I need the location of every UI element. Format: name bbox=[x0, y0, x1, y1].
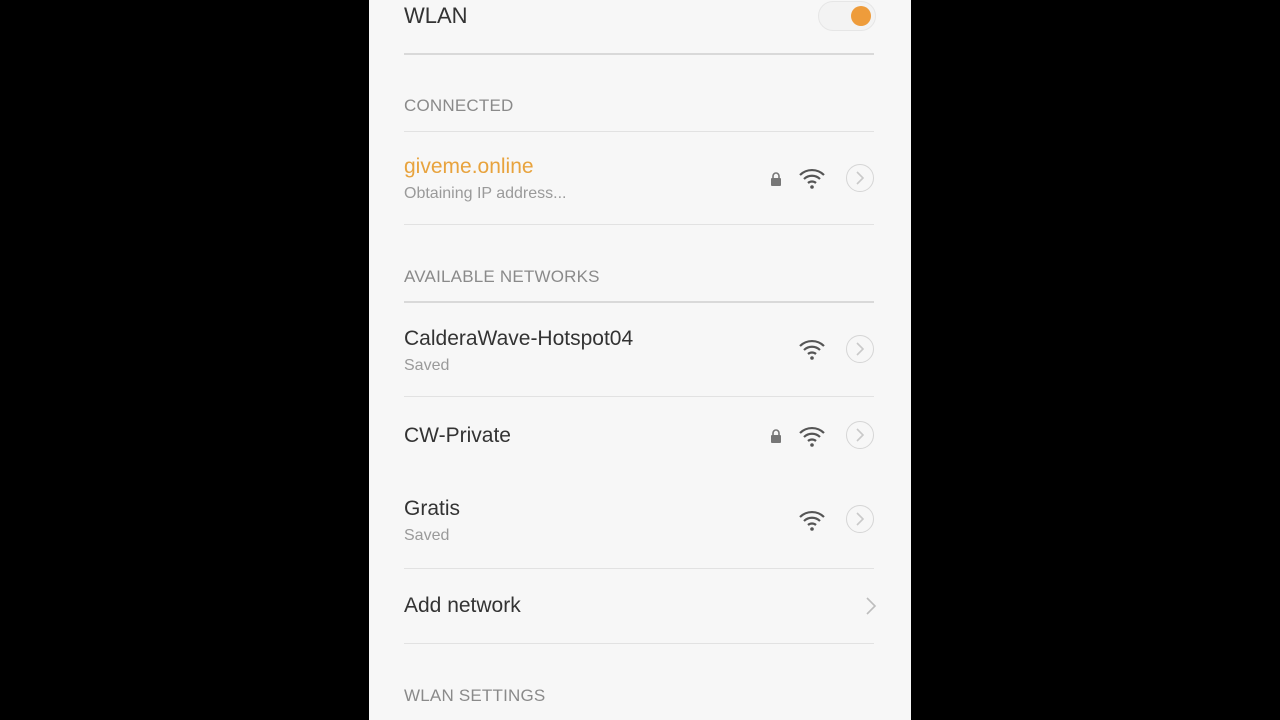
network-name: Gratis bbox=[404, 497, 461, 520]
divider bbox=[404, 224, 874, 225]
add-network-row[interactable]: Add network bbox=[369, 569, 911, 643]
lock-icon bbox=[771, 429, 781, 443]
wlan-settings-screen: WLAN CONNECTED giveme.online Obtaining I… bbox=[369, 0, 911, 720]
section-header-wlan-settings: WLAN SETTINGS bbox=[404, 686, 546, 705]
network-name: CalderaWave-Hotspot04 bbox=[404, 327, 634, 350]
wifi-icon bbox=[799, 510, 825, 531]
network-details-button[interactable] bbox=[846, 421, 874, 449]
chevron-right-icon bbox=[856, 342, 865, 356]
chevron-right-icon bbox=[856, 171, 865, 185]
wlan-toggle[interactable] bbox=[818, 1, 876, 31]
wifi-icon bbox=[799, 339, 825, 360]
network-status: Saved bbox=[404, 357, 450, 374]
connected-network-row[interactable]: giveme.online Obtaining IP address... bbox=[369, 132, 911, 224]
add-network-label: Add network bbox=[404, 594, 521, 617]
network-name: CW-Private bbox=[404, 424, 511, 447]
divider bbox=[404, 643, 874, 644]
divider bbox=[404, 53, 874, 55]
network-row-calderawave[interactable]: CalderaWave-Hotspot04 Saved bbox=[369, 303, 911, 395]
network-status: Saved bbox=[404, 527, 450, 544]
network-details-button[interactable] bbox=[846, 335, 874, 363]
network-name: giveme.online bbox=[404, 155, 534, 178]
toggle-knob bbox=[851, 6, 871, 26]
chevron-right-icon bbox=[856, 512, 865, 526]
section-header-connected: CONNECTED bbox=[404, 96, 514, 115]
wlan-label: WLAN bbox=[404, 3, 468, 28]
network-status: Obtaining IP address... bbox=[404, 185, 567, 202]
wifi-icon bbox=[799, 168, 825, 189]
network-row-gratis[interactable]: Gratis Saved bbox=[369, 477, 911, 567]
chevron-right-icon bbox=[866, 597, 877, 615]
chevron-right-icon bbox=[856, 428, 865, 442]
network-details-button[interactable] bbox=[846, 164, 874, 192]
section-header-available: AVAILABLE NETWORKS bbox=[404, 267, 600, 286]
wifi-icon bbox=[799, 426, 825, 447]
network-details-button[interactable] bbox=[846, 505, 874, 533]
network-row-cw-private[interactable]: CW-Private bbox=[369, 397, 911, 477]
lock-icon bbox=[771, 172, 781, 186]
